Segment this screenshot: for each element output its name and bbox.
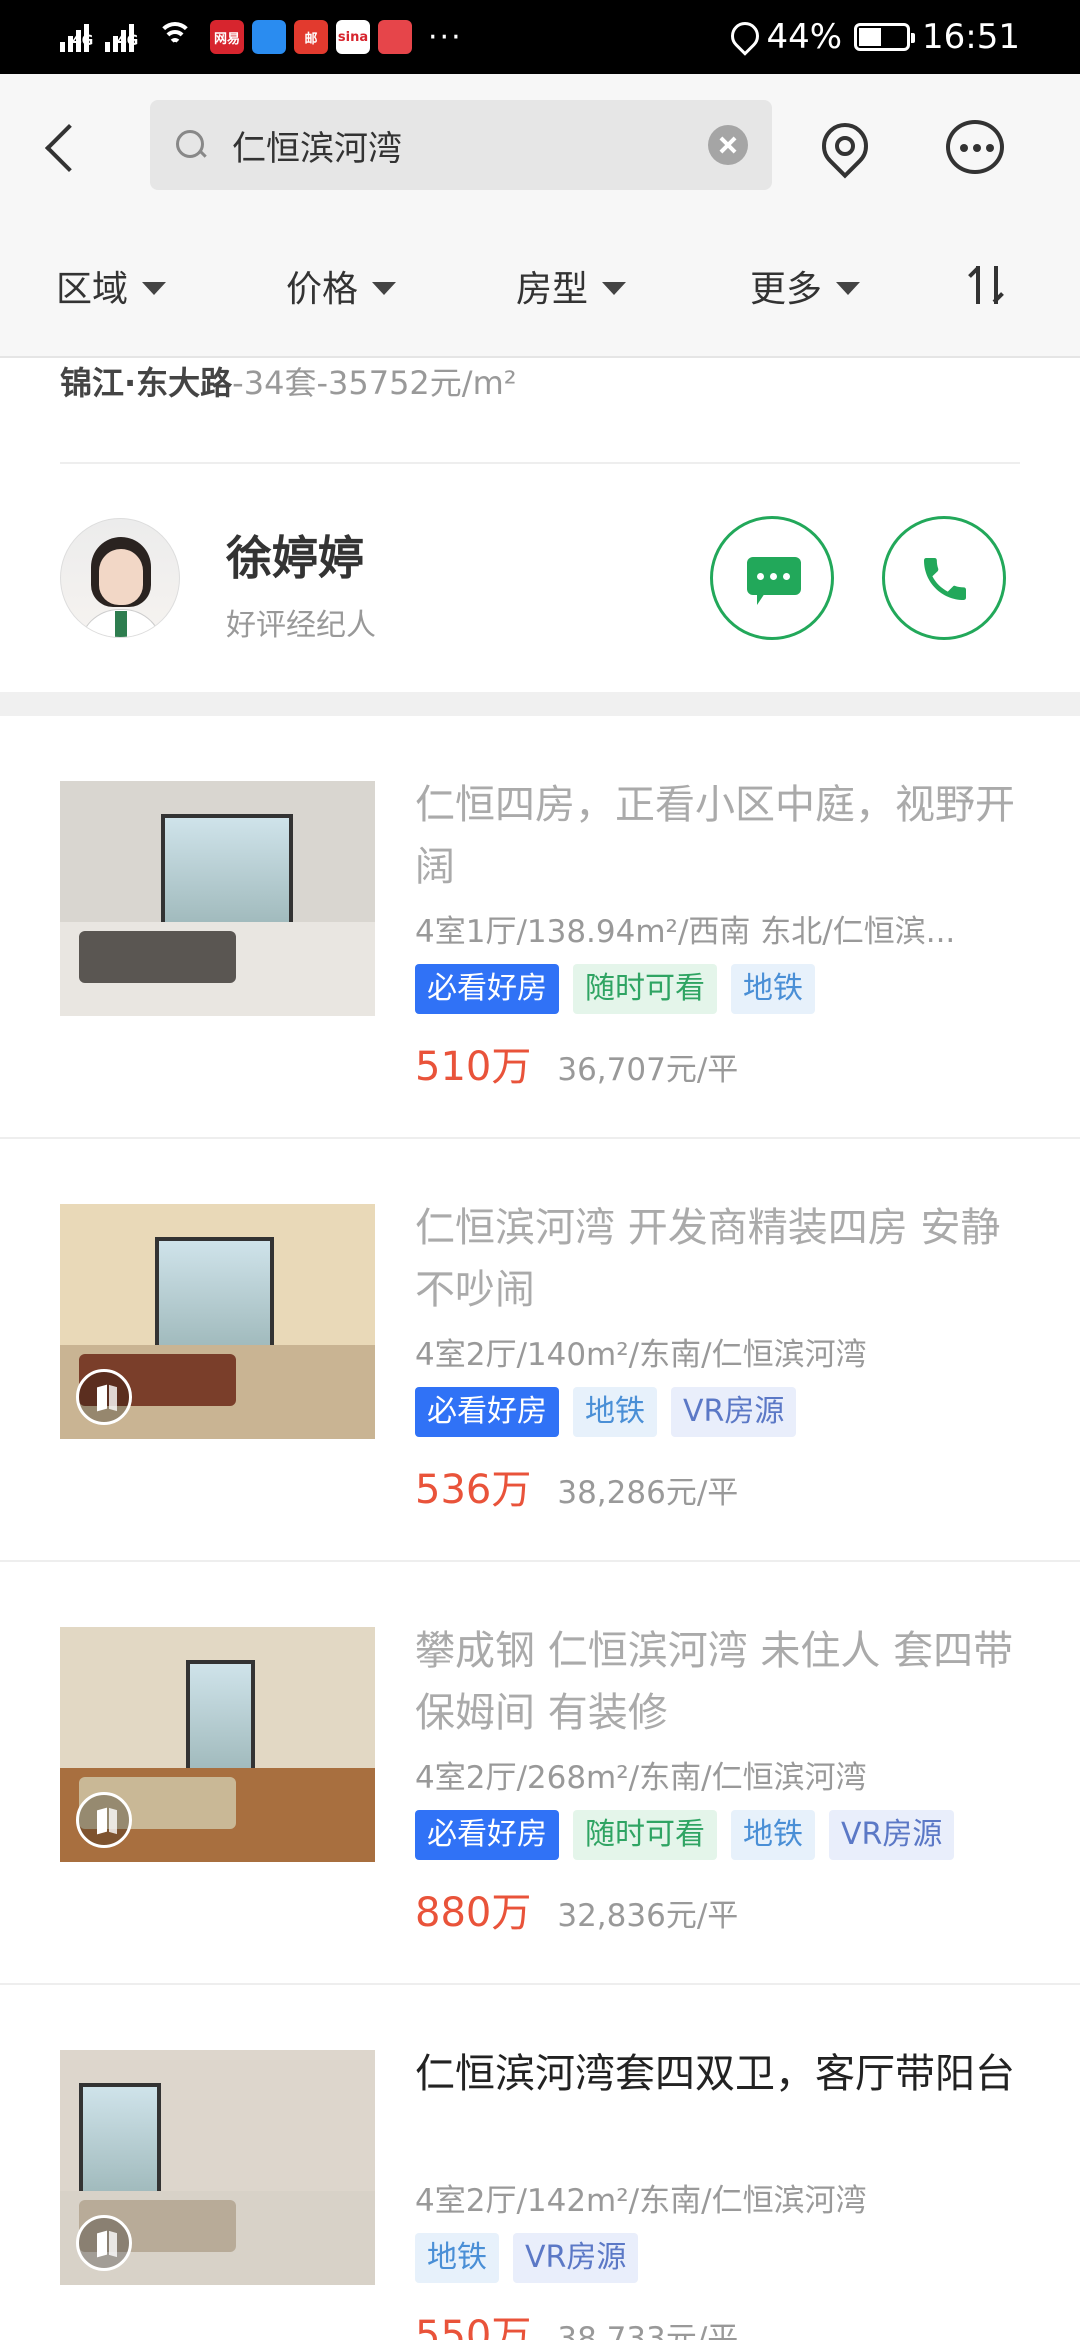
section-gap <box>0 692 1080 716</box>
listing-tag: VR房源 <box>513 2233 639 2283</box>
status-bar: 4G 4G 网易 邮 sina ··· 44% 16:51 <box>0 0 1080 74</box>
listing-specs: 4室2厅/140m²/东南/仁恒滨河湾 <box>415 1337 867 1373</box>
search-input[interactable]: 仁恒滨河湾 <box>150 100 772 190</box>
listing-tag: 随时可看 <box>573 1810 717 1860</box>
listing-photo[interactable] <box>60 1204 375 1439</box>
listing-unit-price: 38,733元/平 <box>557 2321 739 2340</box>
listing-title[interactable]: 攀成钢 仁恒滨河湾 未住人 套四带保姆间 有装修 <box>415 1620 1025 1744</box>
cell-signal-icon-2: 4G <box>105 22 138 52</box>
filter-bar: 区域 价格 房型 更多 <box>0 224 1080 358</box>
listing-price-row: 880万 32,836元/平 <box>415 1880 738 1938</box>
back-arrow-icon[interactable] <box>40 119 84 179</box>
listing-tag: 地铁 <box>731 964 815 1014</box>
filter-layout-label: 房型 <box>516 269 589 310</box>
listing-unit-price: 36,707元/平 <box>557 1052 739 1088</box>
sina-icon: sina <box>336 20 370 54</box>
sort-icon[interactable] <box>966 262 1010 312</box>
filter-region[interactable]: 区域 <box>56 260 167 312</box>
wangyi-news-icon: 网易 <box>210 20 244 54</box>
listing-price-row: 510万 36,707元/平 <box>415 1034 738 1092</box>
listing-tags: 必看好房 随时可看 地铁 VR房源 <box>415 1810 955 1860</box>
listing-item[interactable]: 仁恒滨河湾 开发商精装四房 安静不吵闹 4室2厅/140m²/东南/仁恒滨河湾必看… <box>0 1139 1080 1562</box>
search-icon <box>174 128 208 162</box>
agent-avatar[interactable] <box>60 518 180 638</box>
filter-price-label: 价格 <box>286 269 359 310</box>
listing-tag: 必看好房 <box>415 964 559 1014</box>
listing-tag: 地铁 <box>415 2233 499 2283</box>
caret-down-icon <box>372 281 397 295</box>
listing-total-price: 536万 <box>415 1467 532 1513</box>
toutiao-icon: 邮 <box>294 20 328 54</box>
filter-price[interactable]: 价格 <box>286 260 397 312</box>
listing-specs: 4室2厅/268m²/东南/仁恒滨河湾 <box>415 1760 867 1796</box>
filter-more-label: 更多 <box>750 269 823 310</box>
caret-down-icon <box>836 281 861 295</box>
listing-tags: 地铁 VR房源 <box>415 2233 639 2283</box>
listing-title[interactable]: 仁恒滨河湾 开发商精装四房 安静不吵闹 <box>415 1197 1025 1321</box>
phone-icon <box>924 558 966 600</box>
vr-tour-icon[interactable] <box>76 2215 132 2271</box>
listing-tag: 必看好房 <box>415 1387 559 1437</box>
listing-price-row: 536万 38,286元/平 <box>415 1457 738 1515</box>
listing-tag: 地铁 <box>731 1810 815 1860</box>
caret-down-icon <box>602 281 627 295</box>
agent-title: 好评经纪人 <box>226 608 376 643</box>
listing-tag: VR房源 <box>671 1387 797 1437</box>
community-name: 锦江·东大路 <box>60 364 233 402</box>
listing-photo[interactable] <box>60 2050 375 2285</box>
vr-tour-icon[interactable] <box>76 1369 132 1425</box>
vr-tour-icon[interactable] <box>76 1792 132 1848</box>
listing-tags: 必看好房 地铁 VR房源 <box>415 1387 797 1437</box>
messages-icon[interactable] <box>944 118 1008 180</box>
listing-tags: 必看好房 随时可看 地铁 <box>415 964 815 1014</box>
more-notifications-icon: ··· <box>428 19 463 55</box>
battery-percent: 44% <box>766 17 843 57</box>
listing-unit-price: 38,286元/平 <box>557 1475 739 1511</box>
filter-more[interactable]: 更多 <box>750 260 861 312</box>
filter-layout[interactable]: 房型 <box>516 260 627 312</box>
listing-total-price: 880万 <box>415 1890 532 1936</box>
listing-item[interactable]: 仁恒四房，正看小区中庭，视野开阔 4室1厅/138.94m²/西南 东北/仁恒滨.… <box>0 716 1080 1139</box>
wifi-icon <box>156 22 194 52</box>
agent-name[interactable]: 徐婷婷 <box>226 522 364 588</box>
listing-tag: 随时可看 <box>573 964 717 1014</box>
filter-region-label: 区域 <box>56 269 129 310</box>
network-type-label: 4G <box>72 33 94 49</box>
divider <box>60 462 1020 464</box>
clear-search-icon[interactable] <box>708 125 748 165</box>
listing-total-price: 510万 <box>415 1044 532 1090</box>
search-header: 仁恒滨河湾 <box>0 74 1080 224</box>
listing-item[interactable]: 仁恒滨河湾套四双卫，客厅带阳台 4室2厅/142m²/东南/仁恒滨河湾地铁 VR房源… <box>0 1985 1080 2340</box>
listing-tag: 必看好房 <box>415 1810 559 1860</box>
chat-agent-button[interactable] <box>710 516 834 640</box>
listing-title[interactable]: 仁恒滨河湾套四双卫，客厅带阳台 <box>415 2043 1025 2105</box>
cell-signal-icon: 4G <box>60 22 93 52</box>
listing-specs: 4室2厅/142m²/东南/仁恒滨河湾 <box>415 2183 867 2219</box>
search-query[interactable]: 仁恒滨河湾 <box>232 121 708 170</box>
listing-title[interactable]: 仁恒四房，正看小区中庭，视野开阔 <box>415 774 1025 898</box>
reader-icon <box>378 20 412 54</box>
listing-photo[interactable] <box>60 1627 375 1862</box>
listing-unit-price: 32,836元/平 <box>557 1898 739 1934</box>
qq-browser-icon <box>252 20 286 54</box>
listing-price-row: 550万 38,733元/平 <box>415 2303 738 2340</box>
community-summary[interactable]: 锦江·东大路-34套-35752元/m² <box>60 358 517 404</box>
call-agent-button[interactable] <box>882 516 1006 640</box>
caret-down-icon <box>142 281 167 295</box>
clock: 16:51 <box>922 17 1020 57</box>
listing-tag: 地铁 <box>573 1387 657 1437</box>
network-type-label-2: 4G <box>117 33 139 49</box>
community-stats: -34套-35752元/m² <box>232 364 517 402</box>
listing-item[interactable]: 攀成钢 仁恒滨河湾 未住人 套四带保姆间 有装修 4室2厅/268m²/东南/仁恒… <box>0 1562 1080 1985</box>
listing-total-price: 550万 <box>415 2313 532 2340</box>
location-pin-icon <box>730 22 754 52</box>
listing-specs: 4室1厅/138.94m²/西南 东北/仁恒滨... <box>415 914 956 950</box>
map-location-icon[interactable] <box>816 119 872 179</box>
listing-tag: VR房源 <box>829 1810 955 1860</box>
battery-icon <box>854 23 916 51</box>
chat-bubble-icon <box>747 557 801 605</box>
listing-photo[interactable] <box>60 781 375 1016</box>
